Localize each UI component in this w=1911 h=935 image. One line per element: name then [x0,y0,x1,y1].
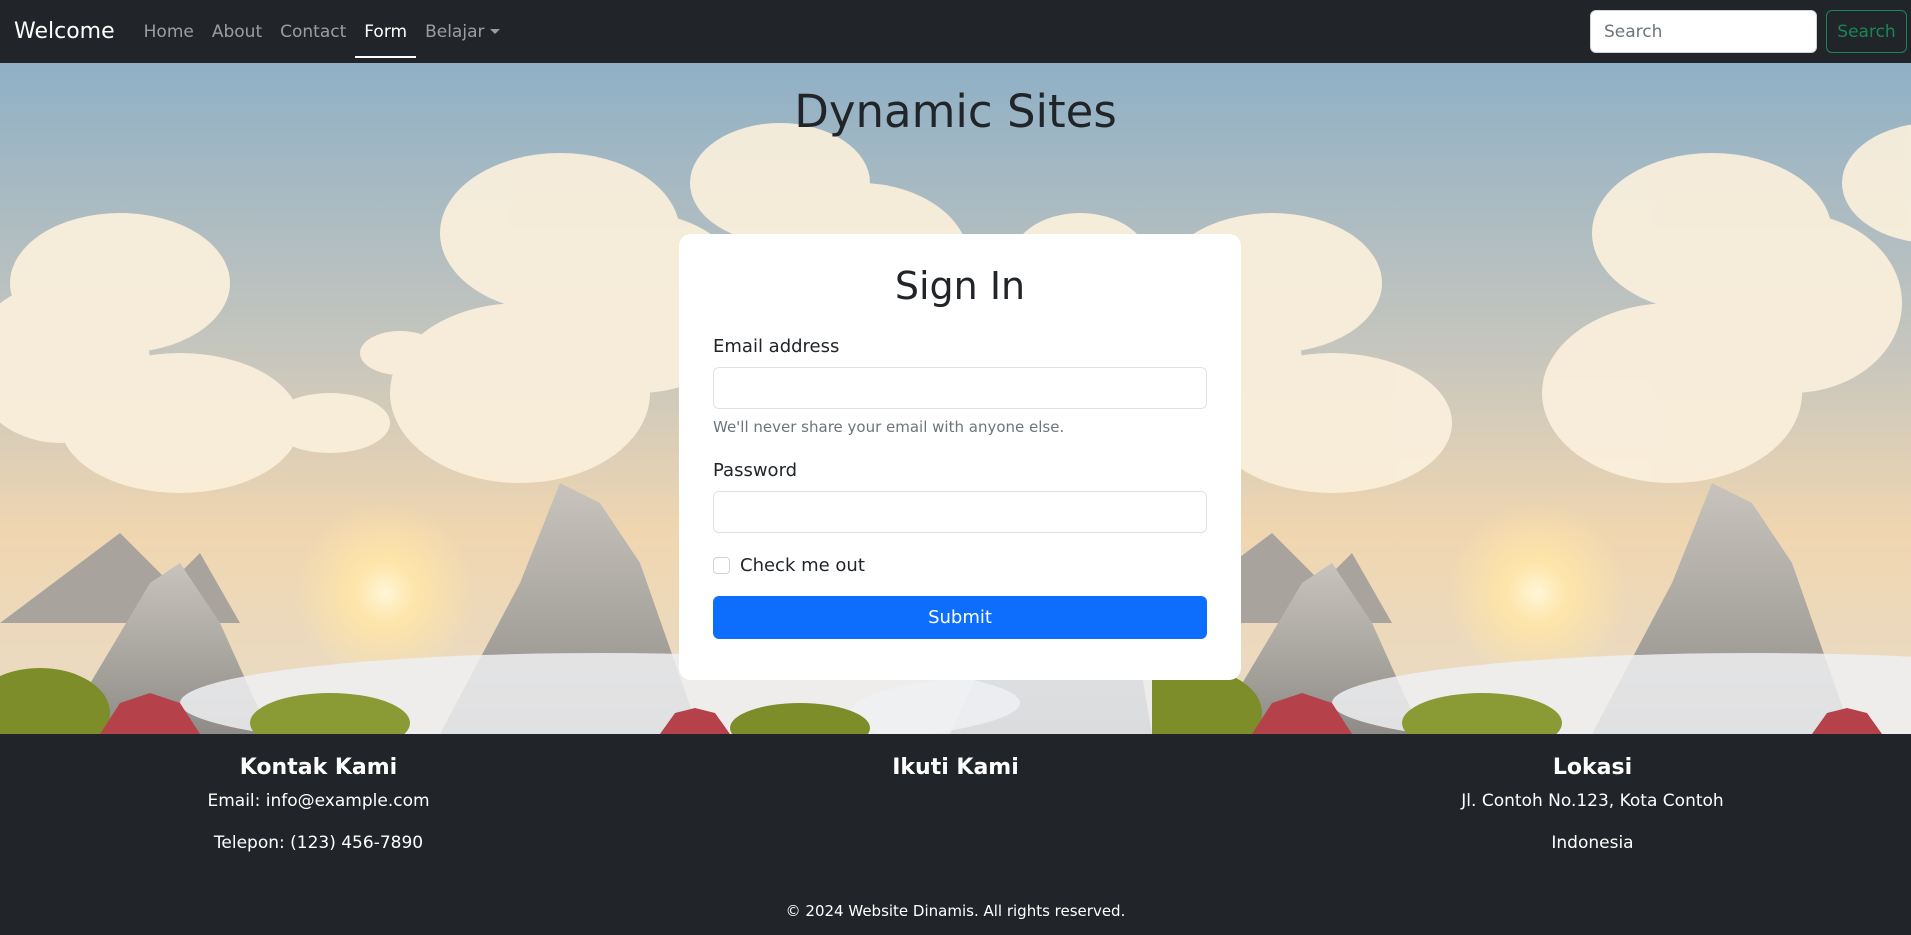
check-me-out-checkbox[interactable] [713,557,730,574]
signin-title: Sign In [894,264,1026,308]
caret-down-icon [490,29,501,34]
footer-address: Jl. Contoh No.123, Kota Contoh [1461,791,1724,811]
email-field[interactable] [713,367,1207,409]
check-me-out-label[interactable]: Check me out [740,555,865,576]
footer-contact: Kontak Kami Email: info@example.com Tele… [0,755,637,875]
nav-link-about[interactable]: About [203,14,271,50]
navbar: Welcome Home About Contact Form Belajar … [0,0,1911,63]
search-form: Search [1590,10,1907,53]
nav-links: Home About Contact Form Belajar [135,14,510,58]
footer-country: Indonesia [1551,833,1634,853]
check-row: Check me out [713,555,1207,576]
page-title: Dynamic Sites [794,85,1117,138]
footer-columns: Kontak Kami Email: info@example.com Tele… [0,734,1911,875]
email-help-text: We'll never share your email with anyone… [713,418,1065,436]
nav-dropdown-belajar[interactable]: Belajar [416,14,509,50]
footer-follow-title: Ikuti Kami [892,755,1019,780]
footer-phone: Telepon: (123) 456-7890 [213,833,424,853]
hero-section: Dynamic Sites Sign In Email address We'l… [0,63,1911,734]
footer-contact-title: Kontak Kami [239,755,398,780]
signin-card: Sign In Email address We'll never share … [679,234,1241,680]
nav-link-home[interactable]: Home [135,14,203,50]
footer-follow: Ikuti Kami [637,755,1274,875]
nav-dropdown-label: Belajar [425,21,485,42]
background-image-repeat [1152,63,1911,734]
copyright: © 2024 Website Dinamis. All rights reser… [785,902,1126,920]
nav-link-form[interactable]: Form [355,14,416,58]
nav-link-contact[interactable]: Contact [271,14,355,50]
email-label: Email address [713,336,840,357]
footer-location-title: Lokasi [1552,755,1633,780]
footer-location: Lokasi Jl. Contoh No.123, Kota Contoh In… [1274,755,1911,875]
search-input[interactable] [1590,10,1817,53]
navbar-brand[interactable]: Welcome [14,19,115,44]
footer: Kontak Kami Email: info@example.com Tele… [0,734,1911,935]
password-field[interactable] [713,491,1207,533]
password-label: Password [713,460,798,481]
submit-button[interactable]: Submit [713,596,1207,639]
footer-email: Email: info@example.com [207,791,430,811]
search-button[interactable]: Search [1826,10,1907,53]
